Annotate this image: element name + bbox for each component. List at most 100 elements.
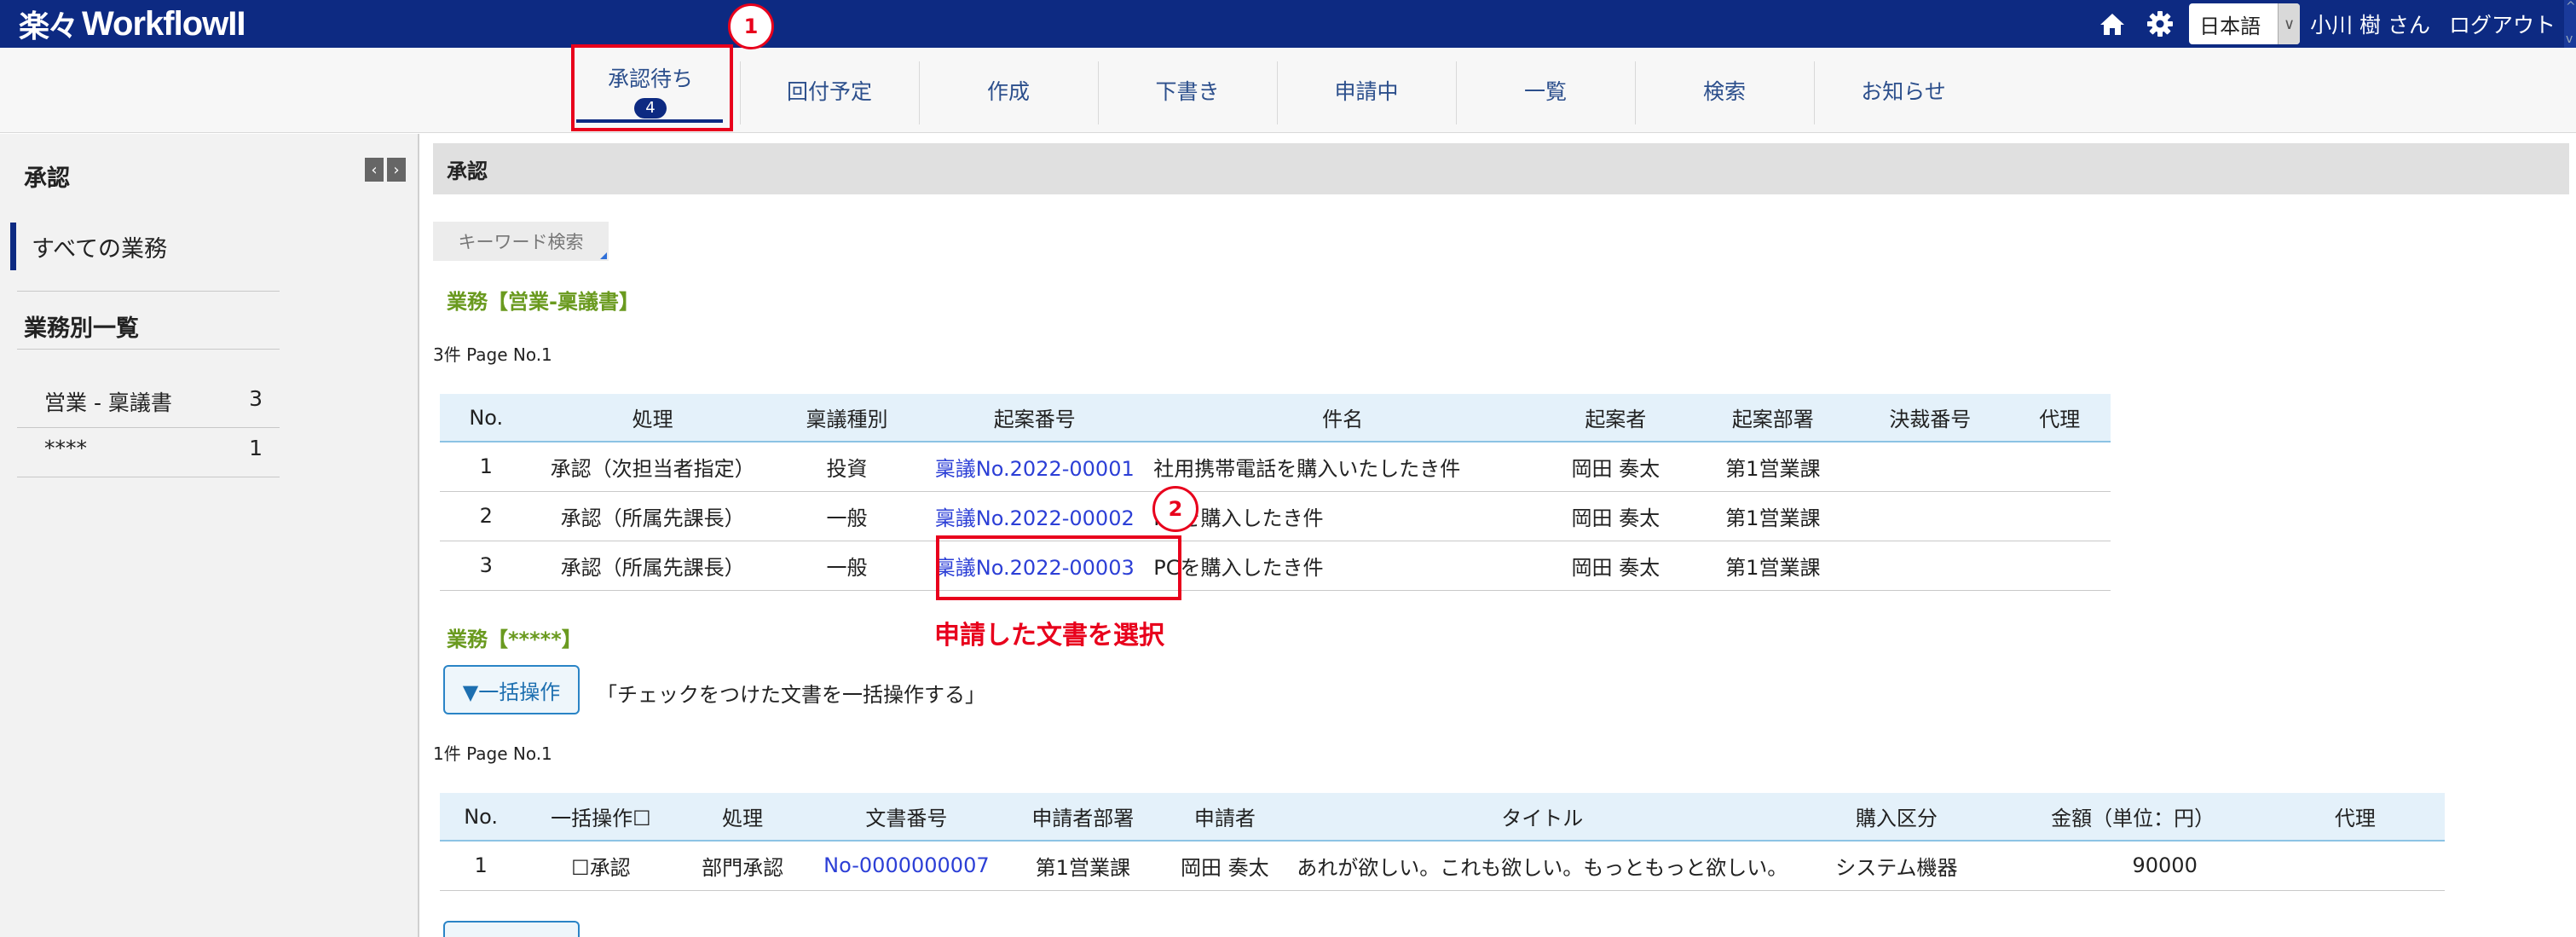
bulk-approve-checkbox[interactable]: ☐承認 [522, 841, 680, 891]
sidebar-item-label: すべての業務 [32, 235, 168, 263]
column-header: 購入区分 [1793, 793, 2001, 842]
column-header: 代理 [2008, 394, 2111, 442]
sidebar-collapse-controls: ‹ › [365, 158, 406, 182]
sidebar-item-label: 営業 - 稟議書 [44, 390, 172, 415]
main-tabs: 承認待ち 4 回付予定 作成 下書き 申請中 一覧 検索 お知らせ [0, 48, 2576, 133]
sidebar-item-all-tasks[interactable]: すべての業務 [10, 223, 280, 270]
masked-task-table: No. 一括操作☐ 処理 文書番号 申請者部署 申請者 タイトル 購入区分 金額… [440, 793, 2445, 891]
document-link[interactable]: 稟議No.2022-00002 [935, 506, 1135, 530]
bulk-operation-note: 「チェックをつけた文書を一括操作する」 [597, 683, 985, 707]
table-row: 3 承認（所属先課長） 一般 稟議No.2022-00003 PCを購入したき件… [440, 541, 2111, 591]
cell-drafter: 岡田 奏太 [1537, 491, 1695, 541]
bulk-operation-label: ▼一括操作 [462, 680, 561, 704]
tab-label: 下書き [1155, 79, 1220, 104]
tab-create[interactable]: 作成 [919, 55, 1098, 126]
cell-action: 部門承認 [679, 841, 806, 891]
column-header: 稟議種別 [772, 394, 921, 442]
sidebar-section-title: 業務別一覧 [24, 315, 139, 342]
cell-drafter: 岡田 奏太 [1537, 442, 1695, 492]
sidebar: 承認 ‹ › すべての業務 業務別一覧 営業 - 稟議書 3 **** 1 [0, 134, 419, 937]
table-row: 1 承認（次担当者指定） 投資 稟議No.2022-00001 社用携帯電話を購… [440, 442, 2111, 492]
gear-icon [2147, 11, 2174, 37]
page-info: 3件 Page No.1 [433, 344, 552, 365]
pending-count-badge: 4 [634, 98, 667, 119]
tab-label: 検索 [1702, 79, 1746, 104]
tab-applying[interactable]: 申請中 [1277, 55, 1456, 126]
cell-action: 承認（所属先課長） [532, 491, 773, 541]
cell-type: 一般 [772, 491, 921, 541]
collapse-left-icon[interactable]: ‹ [365, 158, 384, 182]
sidebar-item-count: 3 [249, 386, 263, 411]
step-marker-1: 1 [728, 3, 774, 49]
column-header: 処理 [532, 394, 773, 442]
bulk-operation-button-bottom[interactable] [443, 921, 580, 937]
column-header: 決裁番号 [1851, 394, 2009, 442]
window-scrollbar[interactable] [2564, 0, 2576, 48]
sidebar-item-masked[interactable]: **** 1 [44, 436, 263, 460]
cell-action: 承認（次担当者指定） [532, 442, 773, 492]
section-title-masked: 業務【*****】 [447, 628, 582, 651]
cell-dept: 第1営業課 [1694, 541, 1852, 591]
cell-dept: 第1営業課 [1694, 491, 1852, 541]
cell-proxy [2008, 491, 2111, 541]
sidebar-item-count: 1 [249, 436, 263, 460]
tab-label: 申請中 [1334, 79, 1399, 104]
column-header: 件名 [1148, 394, 1538, 442]
cell-proxy [2008, 442, 2111, 492]
cell-proxy [2008, 541, 2111, 591]
sidebar-divider [17, 427, 280, 428]
collapse-right-icon[interactable]: › [387, 158, 406, 182]
column-header-bulk-check[interactable]: 一括操作☐ [522, 793, 680, 842]
cell-action: 承認（所属先課長） [532, 541, 773, 591]
document-link[interactable]: No-0000000007 [823, 853, 989, 877]
tab-pending-approval[interactable]: 承認待ち 4 [561, 55, 740, 126]
column-header: 起案部署 [1694, 394, 1852, 442]
cell-amount: 90000 [2000, 841, 2266, 891]
step-marker-2: 2 [1152, 486, 1198, 532]
table-header-row: No. 一括操作☐ 処理 文書番号 申請者部署 申請者 タイトル 購入区分 金額… [440, 793, 2445, 842]
column-header: 申請者 [1158, 793, 1292, 842]
logout-link[interactable]: ログアウト [2449, 9, 2556, 39]
keyword-search-label: キーワード検索 [458, 232, 584, 252]
tab-label: 一覧 [1523, 79, 1567, 104]
bulk-operation-button[interactable]: ▼一括操作 [443, 665, 580, 714]
cell-decision [1851, 541, 2009, 591]
tab-drafts[interactable]: 下書き [1098, 55, 1277, 126]
cell-no: 2 [440, 491, 533, 541]
cell-subject: PCを購入したき件 [1148, 491, 1538, 541]
cell-decision [1851, 442, 2009, 492]
cell-dept: 第1営業課 [1008, 841, 1158, 891]
cell-drafter: 岡田 奏太 [1537, 541, 1695, 591]
cell-type: 投資 [772, 442, 921, 492]
logo-text: WorkflowII [82, 4, 245, 43]
tab-label: 承認待ち [607, 67, 693, 91]
tab-scheduled[interactable]: 回付予定 [740, 55, 919, 126]
cell-subject: PCを購入したき件 [1148, 541, 1538, 591]
chevron-down-icon: ∨ [2278, 3, 2301, 44]
column-header: 文書番号 [805, 793, 1008, 842]
keyword-search-button[interactable]: キーワード検索 [433, 222, 609, 261]
table-header-row: No. 処理 稟議種別 起案番号 件名 起案者 起案部署 決裁番号 代理 [440, 394, 2111, 442]
page-info: 1件 Page No.1 [433, 743, 552, 764]
cell-category: システム機器 [1793, 841, 2001, 891]
top-bar: 楽々 WorkflowII 日本語 ∨ 小川 樹 さん ログアウト ^ v [0, 0, 2576, 48]
column-header: 代理 [2265, 793, 2445, 842]
tab-list[interactable]: 一覧 [1456, 55, 1635, 126]
document-link[interactable]: 稟議No.2022-00001 [935, 457, 1135, 481]
top-right-controls: 日本語 ∨ 小川 樹 さん ログアウト [2088, 0, 2576, 48]
tab-notices[interactable]: お知らせ [1814, 55, 1993, 126]
table-row: 2 承認（所属先課長） 一般 稟議No.2022-00002 PCを購入したき件… [440, 491, 2111, 541]
cell-dept: 第1営業課 [1694, 442, 1852, 492]
content-header: 承認 [433, 143, 2569, 194]
settings-button[interactable] [2136, 0, 2184, 48]
table-row: 1 ☐承認 部門承認 No-0000000007 第1営業課 岡田 奏太 あれが… [440, 841, 2445, 891]
cell-no: 1 [440, 442, 533, 492]
language-select[interactable]: 日本語 ∨ [2189, 3, 2301, 44]
column-header: No. [440, 793, 523, 842]
app-logo[interactable]: 楽々 WorkflowII [19, 3, 246, 45]
document-link[interactable]: 稟議No.2022-00003 [935, 556, 1135, 580]
instruction-text: 申請した文書を選択 [934, 621, 1164, 651]
tab-search[interactable]: 検索 [1635, 55, 1814, 126]
sidebar-item-sales-ringi[interactable]: 営業 - 稟議書 3 [44, 386, 263, 417]
home-button[interactable] [2088, 0, 2136, 48]
